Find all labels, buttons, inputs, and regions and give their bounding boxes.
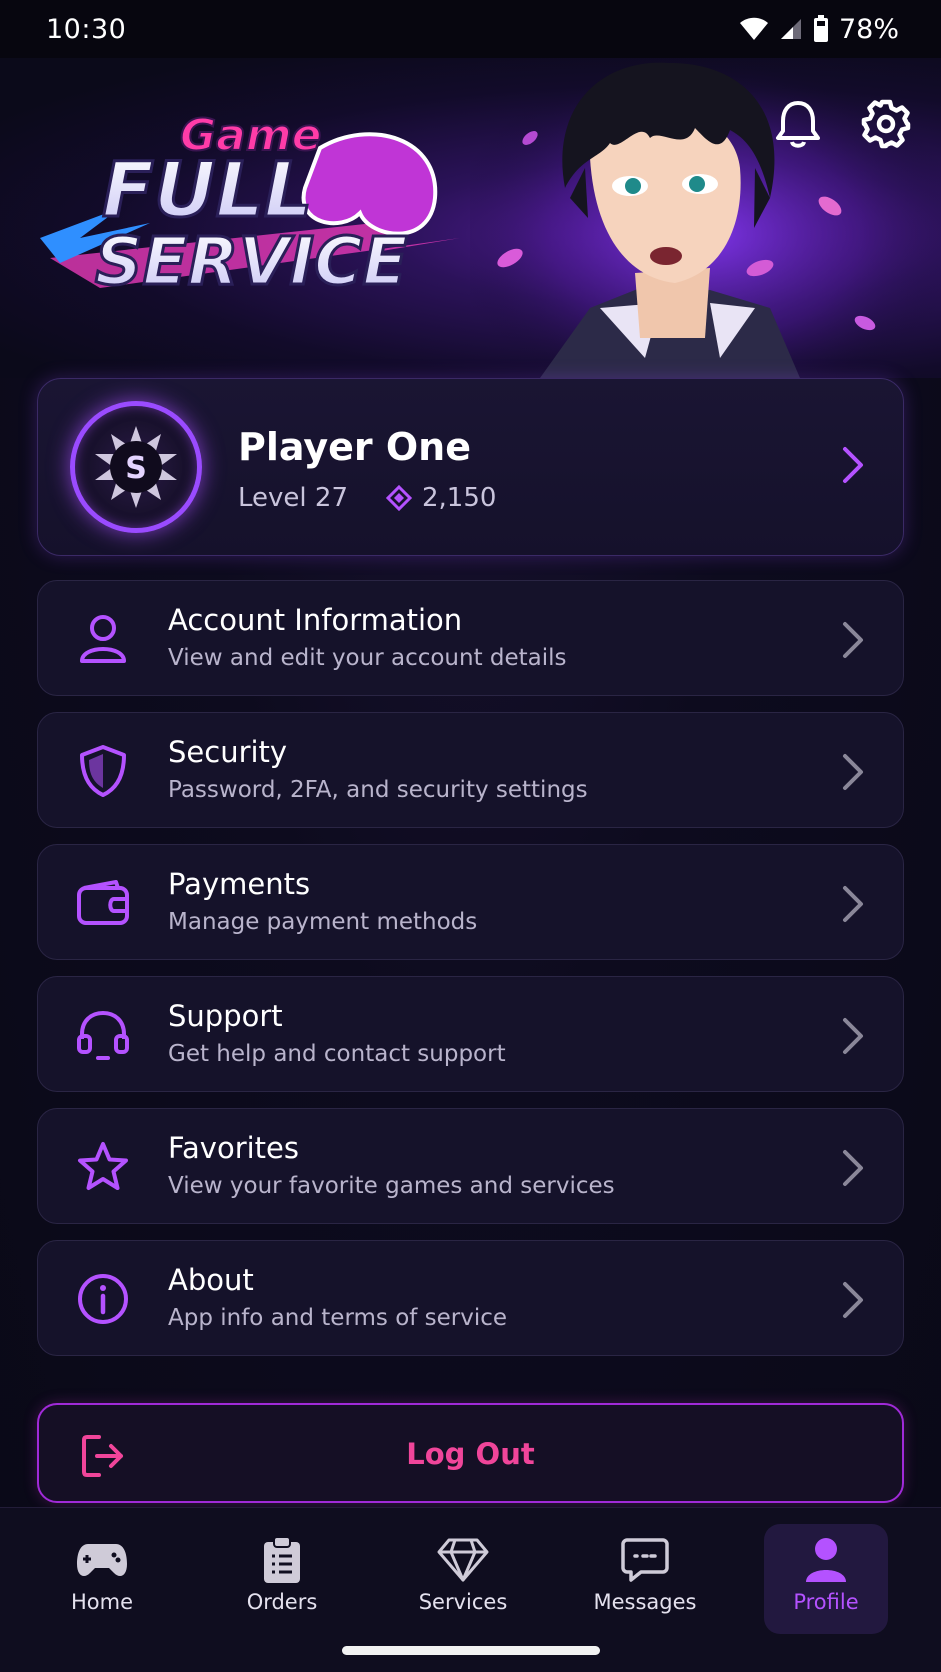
menu-title: Security [168, 735, 288, 769]
hero-banner: Game FULL SERVICE [0, 58, 941, 378]
shield-icon [74, 742, 132, 800]
user-icon [74, 610, 132, 668]
menu-subtitle: Get help and contact support [168, 1041, 506, 1067]
player-name: Player One [238, 425, 471, 469]
battery-percent: 78% [838, 13, 899, 45]
gem-count: 2,150 [421, 483, 497, 513]
chevron-right-icon [843, 754, 863, 790]
menu-item-account-information[interactable]: Account Information View and edit your a… [37, 580, 904, 696]
notifications-button[interactable] [770, 96, 826, 152]
message-icon [621, 1532, 669, 1588]
avatar-emblem-icon: S [95, 426, 177, 508]
battery-icon [813, 15, 828, 42]
logout-label: Log Out [406, 1437, 535, 1471]
nav-home[interactable]: Home [40, 1524, 164, 1634]
home-indicator[interactable] [342, 1646, 600, 1655]
star-icon [74, 1138, 132, 1196]
nav-label: Messages [593, 1590, 697, 1614]
logo-word-service: SERVICE [95, 223, 408, 300]
status-time: 10:30 [46, 13, 127, 45]
chevron-right-icon [843, 447, 863, 483]
logo-word-full: FULL [102, 145, 312, 234]
profile-screen: 10:30 78% Game FULL SERVICE S Player One… [0, 0, 941, 1672]
menu-item-about[interactable]: About App info and terms of service [37, 1240, 904, 1356]
game-full-service-logo: Game FULL SERVICE [40, 109, 460, 302]
status-bar: 10:30 78% [0, 0, 941, 58]
menu-title: Support [168, 999, 283, 1033]
status-icons: 78% [739, 14, 899, 45]
bell-icon [776, 101, 820, 148]
menu-subtitle: App info and terms of service [168, 1305, 508, 1331]
nav-services[interactable]: Services [401, 1524, 525, 1634]
nav-label: Profile [793, 1590, 859, 1614]
menu-subtitle: Manage payment methods [168, 909, 478, 935]
avatar: S [70, 401, 202, 533]
menu-item-support[interactable]: Support Get help and contact support [37, 976, 904, 1092]
profile-icon [804, 1532, 848, 1588]
profile-card[interactable]: S Player One Level 27 2,150 [37, 378, 904, 556]
nav-label: Home [70, 1590, 133, 1614]
clipboard-icon [262, 1532, 302, 1588]
menu-title: Favorites [168, 1131, 299, 1165]
menu-title: Payments [168, 867, 311, 901]
gamepad-icon [76, 1532, 128, 1588]
gear-icon [861, 99, 911, 149]
menu-subtitle: View your favorite games and services [168, 1173, 615, 1199]
logout-button[interactable]: Log Out [37, 1403, 904, 1503]
menu-subtitle: View and edit your account details [168, 645, 567, 671]
wallet-icon [74, 874, 132, 932]
gem-balance: 2,150 [385, 483, 497, 513]
chevron-right-icon [843, 1282, 863, 1318]
nav-orders[interactable]: Orders [220, 1524, 344, 1634]
chevron-right-icon [843, 1018, 863, 1054]
chevron-right-icon [843, 1150, 863, 1186]
settings-button[interactable] [858, 96, 914, 152]
chevron-right-icon [843, 622, 863, 658]
headset-icon [74, 1006, 132, 1064]
menu-item-security[interactable]: Security Password, 2FA, and security set… [37, 712, 904, 828]
diamond-icon [437, 1532, 489, 1588]
info-icon [74, 1270, 132, 1328]
menu-subtitle: Password, 2FA, and security settings [168, 777, 588, 803]
nav-label: Services [418, 1590, 508, 1614]
svg-text:S: S [125, 451, 147, 486]
nav-messages[interactable]: Messages [583, 1524, 707, 1634]
wifi-icon [739, 17, 768, 40]
nav-label: Orders [246, 1590, 318, 1614]
gem-icon [385, 485, 412, 511]
menu-item-favorites[interactable]: Favorites View your favorite games and s… [37, 1108, 904, 1224]
signal-icon [780, 19, 801, 39]
player-level: Level 27 [238, 483, 348, 513]
menu-title: About [168, 1263, 254, 1297]
player-stats: Level 27 2,150 [238, 483, 496, 513]
menu-title: Account Information [168, 603, 463, 637]
chevron-right-icon [843, 886, 863, 922]
menu-item-payments[interactable]: Payments Manage payment methods [37, 844, 904, 960]
nav-profile[interactable]: Profile [764, 1524, 888, 1634]
